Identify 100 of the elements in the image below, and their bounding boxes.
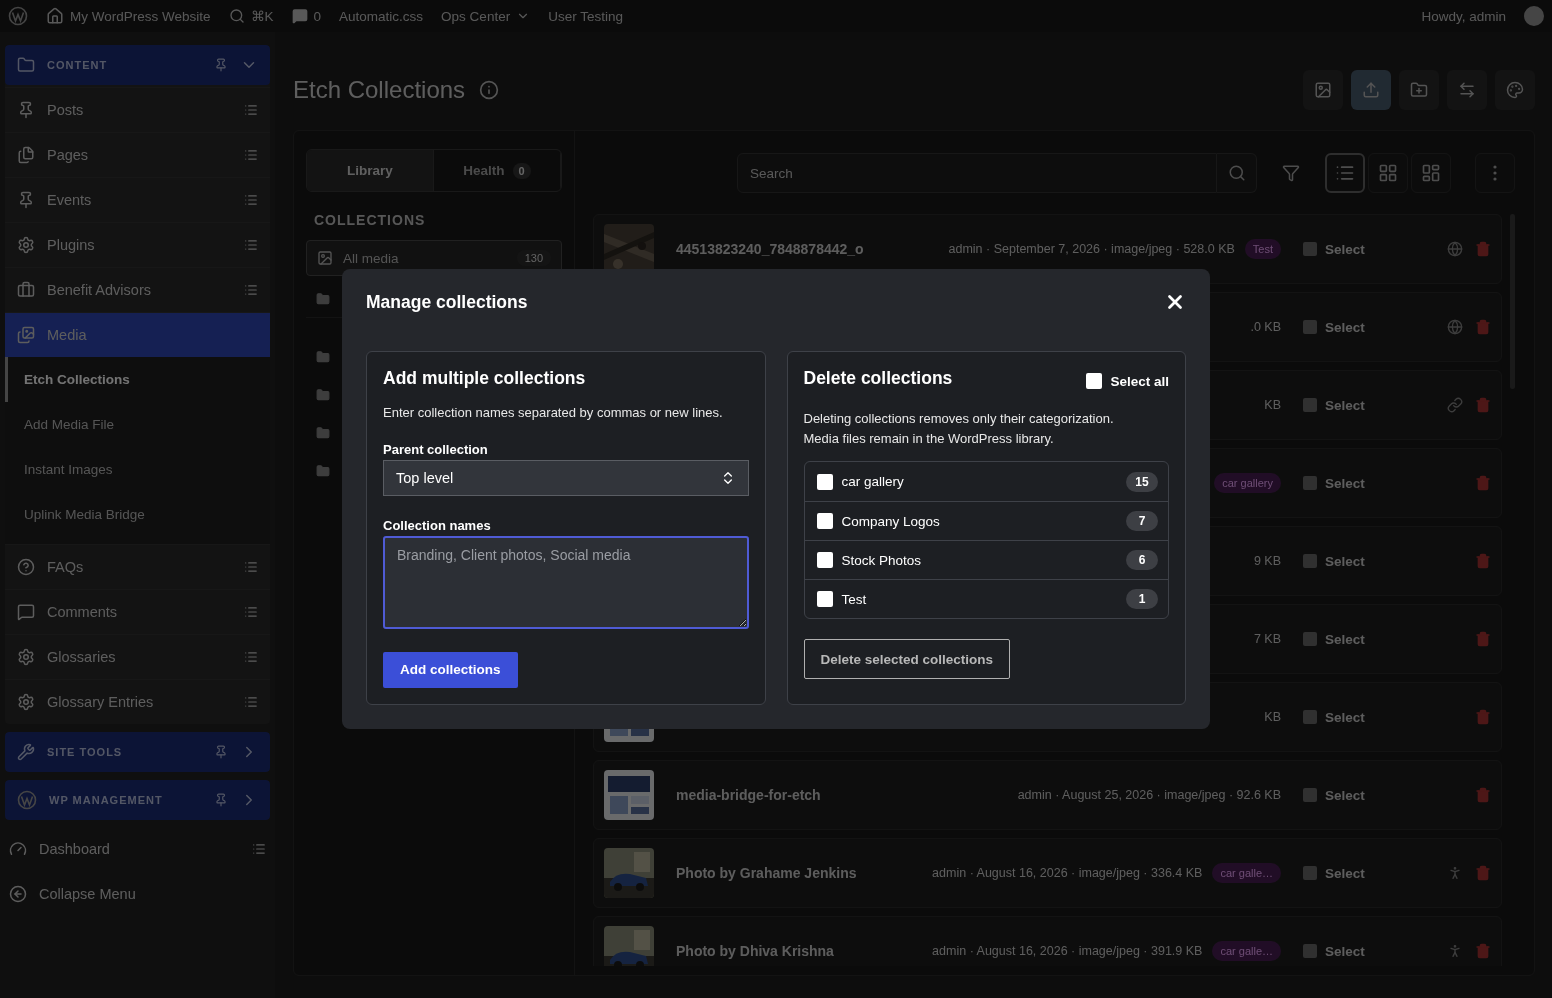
file-name[interactable]: Photo by Dhiva Krishna — [676, 943, 834, 959]
collection-option[interactable]: car gallery 15 — [804, 462, 1168, 501]
admin-bar-link[interactable]: User Testing — [548, 8, 623, 24]
count-badge: 6 — [1126, 550, 1158, 570]
trash-icon[interactable] — [1475, 475, 1491, 491]
select-checkbox[interactable]: Select — [1303, 709, 1413, 725]
admin-bar-link[interactable]: Automatic.css — [339, 8, 424, 24]
wordpress-logo-icon[interactable] — [8, 6, 28, 26]
panel-note: Deleting collections removes only their categorization. — [803, 410, 1115, 428]
parent-collection-select[interactable]: Top level — [383, 460, 749, 497]
greeting[interactable]: Howdy, admin — [1421, 8, 1506, 24]
toolbar-button[interactable] — [1303, 70, 1343, 110]
collection-option[interactable]: Test 1 — [804, 579, 1168, 618]
globe-icon[interactable] — [1447, 319, 1463, 335]
submenu-item[interactable]: Uplink Media Bridge — [5, 492, 270, 537]
info-icon[interactable] — [479, 80, 500, 100]
select-checkbox[interactable]: Select — [1303, 787, 1413, 803]
select-checkbox[interactable]: Select — [1303, 943, 1413, 959]
folder-icon[interactable] — [316, 291, 330, 306]
checkbox[interactable] — [816, 473, 833, 490]
list-icon — [244, 103, 258, 117]
trash-icon[interactable] — [1475, 943, 1491, 959]
view-button[interactable] — [1368, 153, 1408, 193]
sidebar-item[interactable]: FAQs — [5, 544, 270, 589]
folder-icon[interactable] — [316, 388, 330, 402]
file-name[interactable]: media-bridge-for-etch — [676, 787, 821, 803]
admin-bar-link[interactable]: 0 — [313, 8, 322, 24]
list-icon — [244, 695, 258, 709]
trash-icon[interactable] — [1475, 631, 1491, 647]
sidebar-link[interactable]: Dashboard — [5, 826, 270, 871]
view-button[interactable] — [1325, 153, 1365, 193]
select-checkbox[interactable]: Select — [1303, 631, 1413, 647]
select-checkbox[interactable]: Select — [1303, 241, 1413, 257]
avatar[interactable] — [1524, 6, 1544, 26]
search-button[interactable] — [1217, 153, 1257, 193]
link-icon[interactable] — [1447, 397, 1463, 413]
pin-icon[interactable] — [214, 793, 228, 807]
admin-bar-link[interactable]: ⌘K — [250, 8, 274, 24]
pin-icon[interactable] — [214, 745, 228, 759]
tab[interactable]: Health 0 — [434, 150, 561, 191]
section-header[interactable]: SITE TOOLS — [5, 732, 270, 772]
sidebar-item[interactable]: Events — [5, 177, 270, 222]
pin-icon[interactable] — [214, 58, 228, 72]
trash-icon[interactable] — [1475, 787, 1491, 803]
trash-icon[interactable] — [1475, 709, 1491, 725]
submenu-item[interactable]: Etch Collections — [5, 357, 270, 402]
toolbar-button[interactable] — [1351, 70, 1391, 110]
admin-bar-link[interactable]: My WordPress Website — [70, 8, 211, 24]
delete-collections-button[interactable]: Delete selected collections — [803, 639, 1011, 679]
select-checkbox[interactable]: Select — [1303, 397, 1413, 413]
select-checkbox[interactable]: Select — [1303, 475, 1413, 491]
more-icon — [1493, 165, 1497, 181]
folder-icon[interactable] — [316, 426, 330, 440]
sidebar-link[interactable]: Collapse Menu — [5, 871, 270, 916]
sidebar-item[interactable]: Comments — [5, 589, 270, 634]
toolbar-button[interactable] — [1495, 70, 1535, 110]
toolbar-button[interactable] — [1399, 70, 1439, 110]
tab[interactable]: Library — [307, 150, 434, 191]
more-button[interactable] — [1475, 153, 1515, 193]
folder-icon[interactable] — [316, 350, 330, 364]
add-collections-button[interactable]: Add collections — [383, 651, 518, 688]
checkbox[interactable] — [816, 513, 833, 529]
trash-icon[interactable] — [1475, 241, 1491, 257]
trash-icon[interactable] — [1475, 397, 1491, 413]
folder-icon — [17, 56, 35, 74]
sidebar-item[interactable]: Media — [5, 312, 270, 357]
select-checkbox[interactable]: Select — [1303, 319, 1413, 335]
trash-icon[interactable] — [1475, 319, 1491, 335]
sidebar-item[interactable]: Glossaries — [5, 634, 270, 679]
submenu-item[interactable]: Instant Images — [5, 447, 270, 492]
collection-names-field[interactable]: Branding, Client photos, Social media — [383, 536, 749, 629]
admin-bar-menu[interactable]: Ops Center — [441, 8, 511, 24]
toolbar-button[interactable] — [1447, 70, 1487, 110]
view-button[interactable] — [1411, 153, 1451, 193]
file-meta: admin · August 16, 2026 · image/jpeg · 391.9 KB — [932, 944, 1203, 958]
file-name[interactable]: Photo by Grahame Jenkins — [676, 865, 857, 881]
trash-icon[interactable] — [1475, 865, 1491, 881]
collection-option[interactable]: Company Logos 7 — [804, 501, 1168, 540]
select-checkbox[interactable]: Select — [1303, 865, 1413, 881]
checkbox[interactable] — [816, 591, 833, 607]
comment-icon — [17, 603, 35, 621]
globe-icon[interactable] — [1447, 241, 1463, 257]
collection-option[interactable]: Stock Photos 6 — [804, 540, 1168, 579]
folder-icon[interactable] — [316, 464, 330, 478]
select-checkbox[interactable]: Select — [1303, 553, 1413, 569]
accessibility-icon[interactable] — [1447, 943, 1463, 959]
sidebar-item[interactable]: Posts — [5, 87, 270, 132]
search-field[interactable]: Search — [737, 153, 1217, 193]
sidebar-item[interactable]: Plugins — [5, 222, 270, 267]
checkbox[interactable] — [816, 552, 833, 568]
sidebar-item[interactable]: Glossary Entries — [5, 679, 270, 724]
section-header[interactable]: CONTENT — [5, 45, 270, 85]
submenu-item[interactable]: Add Media File — [5, 402, 270, 447]
accessibility-icon[interactable] — [1447, 865, 1463, 881]
sidebar-item[interactable]: Pages — [5, 132, 270, 177]
select-all-checkbox[interactable]: Select all — [1086, 373, 1169, 389]
file-name[interactable]: 44513823240_7848878442_o — [676, 241, 864, 257]
section-header[interactable]: WP MANAGEMENT — [5, 780, 270, 820]
trash-icon[interactable] — [1475, 553, 1491, 569]
file-meta: admin · September 7, 2026 · image/jpeg · 528.0 KB — [948, 242, 1235, 256]
